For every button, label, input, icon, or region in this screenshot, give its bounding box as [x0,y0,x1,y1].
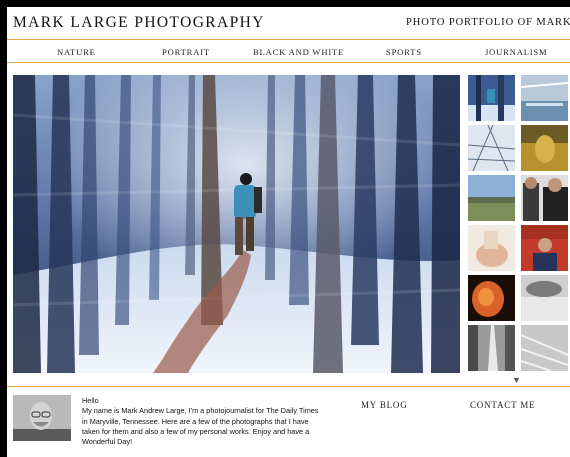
photo-thumbnail-icon [468,275,515,321]
bio-paragraph: My name is Mark Andrew Large, I'm a phot… [82,406,319,447]
site-tagline: PHOTO PORTFOLIO OF MARK LARGE [406,17,570,28]
header-divider [7,39,570,40]
photo-thumbnail-icon [521,275,568,321]
nav-item-portrait[interactable]: PORTRAIT [162,47,210,57]
thumbnail-8[interactable] [521,225,568,271]
featured-photo-forest-hiker-icon [13,75,460,373]
thumbnail-1[interactable] [468,75,515,121]
photo-thumbnail-icon [468,125,515,171]
photo-thumbnail-icon [521,175,568,221]
photo-thumbnail-icon [468,225,515,271]
nav-item-black-and-white[interactable]: BLACK AND WHITE [253,47,344,57]
photo-thumbnail-icon [468,75,515,121]
nav-item-nature[interactable]: NATURE [57,47,96,57]
bio-text: Hello My name is Mark Andrew Large, I'm … [82,396,322,447]
site-title[interactable]: MARK LARGE PHOTOGRAPHY [13,14,265,32]
thumbnail-9[interactable] [468,275,515,321]
nav-divider [7,62,570,63]
thumbnail-2[interactable] [521,75,568,121]
contact-me-link[interactable]: CONTACT ME [470,400,535,410]
photo-thumbnail-icon [468,175,515,221]
thumbnail-strip [468,75,570,371]
nav-item-journalism[interactable]: JOURNALISM [485,47,547,57]
thumbnail-10[interactable] [521,275,568,321]
avatar [13,395,71,441]
nav-item-sports[interactable]: SPORTS [386,47,422,57]
photo-thumbnail-icon [521,125,568,171]
thumbnail-11[interactable] [468,325,515,371]
my-blog-link[interactable]: MY BLOG [361,400,408,410]
photo-thumbnail-icon [521,75,568,121]
photo-thumbnail-icon [521,325,568,371]
thumbnail-4[interactable] [521,125,568,171]
photo-thumbnail-icon [521,225,568,271]
footer-divider [7,386,570,387]
thumbnail-5[interactable] [468,175,515,221]
portrait-icon [13,395,71,441]
thumbnail-7[interactable] [468,225,515,271]
bio-greeting: Hello [82,396,99,405]
thumbnail-6[interactable] [521,175,568,221]
thumbnail-12[interactable] [521,325,568,371]
page: MARK LARGE PHOTOGRAPHY PHOTO PORTFOLIO O… [7,7,570,457]
featured-photo[interactable] [13,75,460,373]
thumbnail-3[interactable] [468,125,515,171]
carousel-down-arrow-icon[interactable]: ▼ [512,375,521,385]
photo-thumbnail-icon [468,325,515,371]
main-nav: NATURE PORTRAIT BLACK AND WHITE SPORTS J… [7,45,570,60]
